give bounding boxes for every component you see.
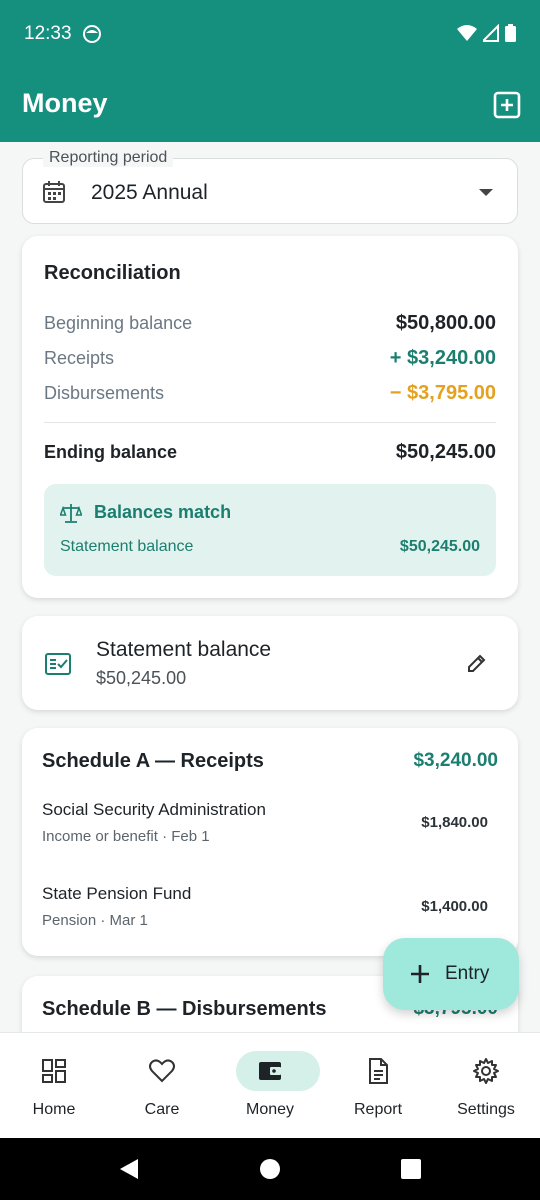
nav-item-care[interactable]: Care xyxy=(108,1033,216,1139)
item-amount: $1,400.00 xyxy=(421,898,488,915)
document-icon xyxy=(369,1058,388,1084)
scale-icon xyxy=(60,504,82,523)
nav-item-settings[interactable]: Settings xyxy=(432,1033,540,1139)
add-entry-button[interactable]: Entry xyxy=(383,938,519,1010)
status-bar: 12:33 xyxy=(0,0,540,70)
signal-icon xyxy=(483,24,499,42)
schedule-a-total: $3,240.00 xyxy=(413,750,498,771)
item-name: State Pension Fund xyxy=(42,884,192,903)
statement-balance-card[interactable]: Statement balance $50,245.00 xyxy=(22,616,518,710)
statement-balance-label: Statement balance xyxy=(96,638,272,661)
item-meta: Income or benefit · Feb 1 xyxy=(42,828,210,845)
add-box-icon[interactable] xyxy=(492,90,522,120)
recents-icon[interactable] xyxy=(401,1159,421,1179)
schedule-b-title: Schedule B — Disbursements xyxy=(42,998,327,1020)
ending-balance-value: $50,245.00 xyxy=(395,440,496,463)
reporting-period-value: 2025 Annual xyxy=(91,181,208,204)
list-item[interactable]: Social Security Administration Income or… xyxy=(42,800,498,852)
reconciliation-title: Reconciliation xyxy=(44,262,181,284)
nav-item-money[interactable]: Money xyxy=(216,1033,324,1139)
item-meta: Pension · Mar 1 xyxy=(42,912,148,929)
ending-balance-label: Ending balance xyxy=(44,441,178,462)
balances-match-banner: Balances match Statement balance $50,245… xyxy=(44,484,496,576)
ending-balance-row: Ending balance $50,245.00 xyxy=(44,439,496,465)
nav-label-care: Care xyxy=(144,1101,180,1118)
disbursements-row: Disbursements − $3,795.00 xyxy=(44,380,496,406)
match-statement-value: $50,245.00 xyxy=(399,538,480,555)
reporting-period-label: Reporting period xyxy=(43,149,174,167)
receipts-value: + $3,240.00 xyxy=(389,346,496,369)
nav-label-settings: Settings xyxy=(457,1101,515,1118)
item-amount: $1,840.00 xyxy=(421,814,488,831)
app-bar: Money xyxy=(0,70,540,142)
list-item[interactable]: State Pension Fund Pension · Mar 1 $1,40… xyxy=(42,884,498,936)
disbursements-value: − $3,795.00 xyxy=(389,381,496,404)
system-icons xyxy=(457,24,516,42)
match-statement-label: Statement balance xyxy=(60,538,194,555)
heart-icon xyxy=(149,1059,175,1083)
beginning-balance-value: $50,800.00 xyxy=(395,311,496,334)
dashboard-icon xyxy=(42,1059,66,1083)
receipts-label: Receipts xyxy=(44,347,115,368)
balances-match-title: Balances match xyxy=(94,502,232,522)
plus-icon xyxy=(411,965,429,983)
fact-check-icon xyxy=(45,653,71,675)
receipts-row: Receipts + $3,240.00 xyxy=(44,345,496,371)
beginning-balance-row: Beginning balance $50,800.00 xyxy=(44,310,496,336)
divider xyxy=(44,422,496,423)
nav-label-money: Money xyxy=(245,1101,295,1118)
beginning-balance-label: Beginning balance xyxy=(44,312,193,333)
statement-balance-value: $50,245.00 xyxy=(96,668,187,688)
gear-icon xyxy=(473,1058,499,1084)
home-icon[interactable] xyxy=(259,1158,281,1180)
back-icon[interactable] xyxy=(118,1158,140,1180)
reconciliation-card: Reconciliation Beginning balance $50,800… xyxy=(22,236,518,598)
edit-icon[interactable] xyxy=(466,652,488,674)
nav-label-home: Home xyxy=(32,1101,76,1118)
wifi-icon xyxy=(457,25,477,41)
schedule-a-card: Schedule A — Receipts $3,240.00 Social S… xyxy=(22,728,518,956)
calendar-icon xyxy=(43,181,65,203)
page-title: Money xyxy=(22,88,108,118)
dropdown-arrow-icon xyxy=(479,189,493,196)
battery-icon xyxy=(505,24,516,42)
system-navigation-bar xyxy=(0,1138,540,1200)
nav-label-report: Report xyxy=(353,1101,403,1118)
disbursements-label: Disbursements xyxy=(44,382,165,403)
status-time: 12:33 xyxy=(24,23,72,44)
nav-item-report[interactable]: Report xyxy=(324,1033,432,1139)
bottom-navigation: Home Care Money Report Settings xyxy=(0,1032,540,1138)
nav-item-home[interactable]: Home xyxy=(0,1033,108,1139)
notification-icon xyxy=(83,25,101,43)
reporting-period-select[interactable]: Reporting period 2025 Annual xyxy=(22,149,518,224)
wallet-icon xyxy=(259,1062,281,1080)
main-content[interactable]: Reporting period 2025 Annual Reconciliat… xyxy=(0,142,540,1032)
add-entry-label: Entry xyxy=(445,963,490,984)
schedule-a-title: Schedule A — Receipts xyxy=(42,750,264,772)
item-name: Social Security Administration xyxy=(42,800,266,819)
